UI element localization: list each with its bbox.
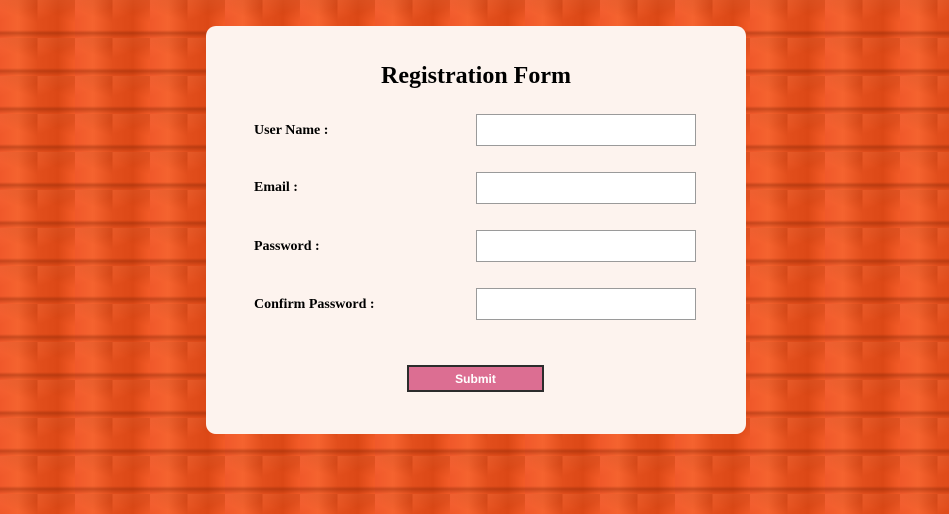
submit-button[interactable]: Submit bbox=[407, 365, 544, 392]
username-label: User Name : bbox=[254, 123, 329, 138]
registration-form-card: Registration Form User Name : Email : Pa… bbox=[206, 26, 746, 434]
email-label: Email : bbox=[254, 180, 298, 195]
confirm-password-label: Confirm Password : bbox=[254, 297, 375, 312]
form-title: Registration Form bbox=[381, 63, 571, 89]
confirm-password-input[interactable] bbox=[476, 288, 696, 320]
password-label: Password : bbox=[254, 239, 320, 254]
password-input[interactable] bbox=[476, 230, 696, 262]
username-input[interactable] bbox=[476, 114, 696, 146]
email-input[interactable] bbox=[476, 172, 696, 204]
